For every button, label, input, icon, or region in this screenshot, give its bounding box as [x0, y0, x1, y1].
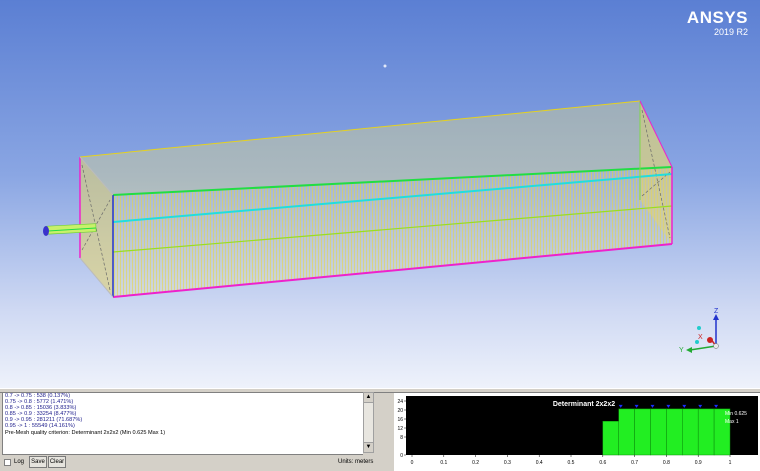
x-tick-label: 0.2 [472, 460, 479, 466]
chart-annotation-max: Max 1 [725, 419, 739, 425]
graphics-viewport[interactable]: ANSYS 2019 R2 Z Y X [0, 0, 760, 388]
axis-triad[interactable]: Z Y X [676, 308, 736, 358]
y-tick-label: 16 [397, 417, 403, 423]
z-label: Z [714, 308, 719, 315]
x-tick-label: 0.3 [504, 460, 511, 466]
console-toolbar: Log Save Clear Units: meters [2, 455, 374, 470]
x-tick-label: 0 [411, 460, 414, 466]
y-tick-label: 24 [397, 399, 403, 405]
y-tick-label: 0 [400, 453, 403, 459]
mesh-model[interactable] [0, 0, 760, 388]
histogram-bar [666, 408, 683, 456]
x-tick-label: 0.5 [568, 460, 575, 466]
x-tick-label: 0.9 [695, 460, 702, 466]
console-scrollbar[interactable]: ▲ ▼ [363, 392, 374, 453]
x-tick-label: 0.4 [536, 460, 543, 466]
y-axis [689, 345, 717, 351]
inlet-cap [43, 226, 49, 236]
save-button[interactable]: Save [29, 456, 47, 468]
x-tick-label: 1 [729, 460, 732, 466]
log-checkbox[interactable] [4, 459, 11, 466]
histogram-bar [697, 408, 715, 456]
x-tick-label: 0.8 [663, 460, 670, 466]
brand-version: 2019 R2 [713, 27, 748, 37]
quality-histogram: 0 0.1 0.2 0.3 0.4 0.5 0.6 0.7 0.8 0.9 10812162024 … [397, 396, 758, 466]
histogram-bar [634, 408, 651, 456]
histogram-bar [602, 421, 619, 456]
y-label: Y [679, 347, 684, 354]
x-tick-label: 0.7 [631, 460, 638, 466]
y-tick-label: 8 [400, 435, 403, 441]
chart-title: Determinant 2x2x2 [553, 401, 615, 408]
units-label: Units: meters [338, 459, 374, 465]
x-tick-label: 0.1 [440, 460, 447, 466]
quality-histogram-panel: 0 0.1 0.2 0.3 0.4 0.5 0.6 0.7 0.8 0.9 1 0 8 12 16 20 24 … [394, 393, 760, 471]
y-tick-label: 20 [397, 408, 403, 414]
message-line: Pre-Mesh quality criterion: Determinant … [5, 429, 166, 436]
scroll-up-arrow-icon[interactable]: ▲ [364, 393, 373, 403]
message-text-area[interactable]: 0.7 -> 0.75 : 538 (0.137%) 0.75 -> 0.8 :… [2, 392, 363, 455]
scroll-down-arrow-icon[interactable]: ▼ [364, 442, 373, 452]
brand-name: ANSYS [686, 8, 748, 27]
histogram-bar [618, 408, 635, 456]
clear-button[interactable]: Clear [48, 456, 66, 468]
chart-annotation-min: Min 0.625 [725, 411, 747, 417]
log-checkbox-label: Log [14, 459, 25, 465]
message-console: 0.7 -> 0.75 : 538 (0.137%) 0.75 -> 0.8 :… [2, 392, 374, 471]
y-tick-label: 12 [397, 426, 403, 432]
ansys-logo: ANSYS 2019 R2 [687, 8, 748, 37]
histogram-bar [650, 408, 667, 456]
x-tick-label: 0.6 [599, 460, 606, 466]
histogram-bar [682, 408, 699, 456]
x-label: X [698, 334, 703, 341]
